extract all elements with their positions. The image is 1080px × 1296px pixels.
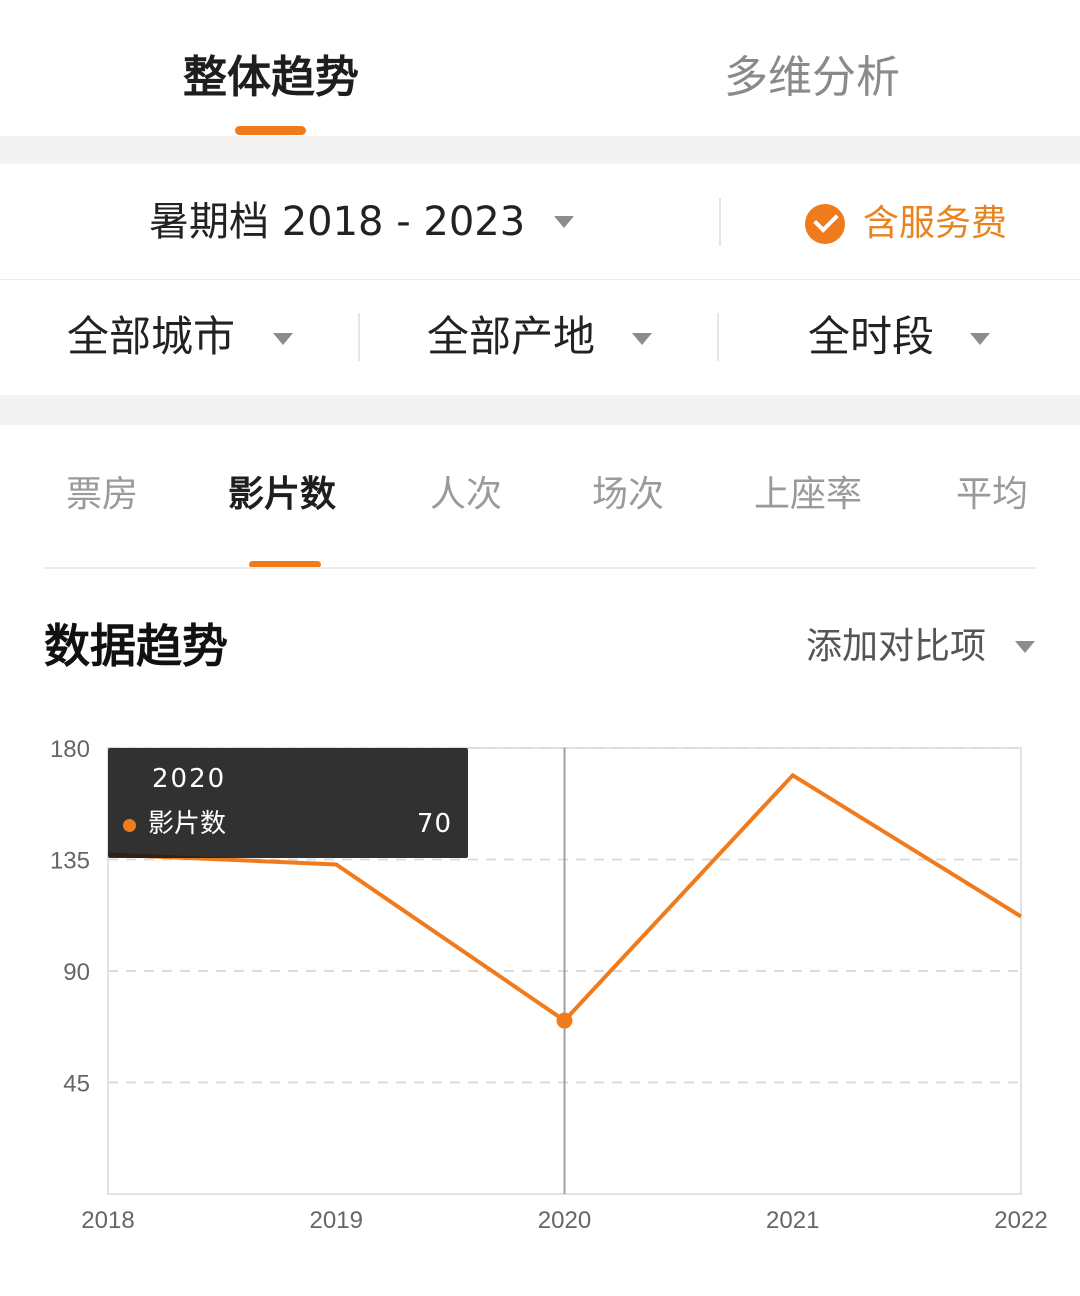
section-gap (0, 395, 1080, 425)
check-circle-icon[interactable] (805, 204, 845, 244)
chevron-down-icon[interactable] (1015, 641, 1035, 653)
divider (358, 313, 360, 361)
tab-admissions[interactable]: 人次 (430, 471, 502, 519)
section-title: 数据趋势 (44, 619, 228, 673)
divider (44, 567, 1036, 569)
x-tick-label: 2018 (81, 1207, 134, 1234)
chart-tooltip: 2020 影片数 70 (108, 748, 468, 858)
tab-average[interactable]: 平均 (956, 471, 1028, 519)
tab-multi-analysis[interactable]: 多维分析 (724, 50, 900, 106)
section-gap (0, 136, 1080, 164)
x-tick-label: 2019 (310, 1207, 363, 1234)
metric-tab-bar: 票房 影片数 人次 场次 上座率 平均 (0, 425, 1080, 570)
season-dropdown[interactable]: 暑期档 2018 - 2023 (149, 194, 525, 250)
y-tick-label: 135 (50, 848, 90, 875)
data-point (556, 1012, 573, 1029)
x-tick-label: 2021 (766, 1207, 819, 1234)
y-tick-label: 180 (50, 736, 90, 763)
divider (717, 313, 719, 361)
tab-occupancy[interactable]: 上座率 (754, 471, 862, 519)
tooltip-title: 2020 (152, 764, 227, 794)
tab-overflow-mask (1036, 455, 1080, 555)
top-tab-bar: 整体趋势 多维分析 (0, 0, 1080, 136)
origin-dropdown[interactable]: 全部产地 (427, 309, 595, 365)
city-dropdown[interactable]: 全部城市 (67, 309, 235, 365)
x-tick-label: 2022 (994, 1207, 1047, 1234)
tab-overall-trend[interactable]: 整体趋势 (183, 50, 359, 106)
time-slot-dropdown[interactable]: 全时段 (808, 309, 934, 365)
add-comparison-dropdown[interactable]: 添加对比项 (806, 622, 986, 672)
chevron-down-icon[interactable] (273, 333, 293, 345)
series-dot-icon (123, 819, 136, 832)
x-tick-label: 2020 (538, 1207, 591, 1234)
y-tick-label: 90 (63, 959, 90, 986)
tooltip-value: 70 (416, 809, 452, 839)
service-fee-label[interactable]: 含服务费 (863, 196, 1007, 252)
chevron-down-icon[interactable] (554, 216, 574, 228)
season-filter-row: 暑期档 2018 - 2023 含服务费 (0, 164, 1080, 280)
active-tab-indicator (235, 126, 306, 135)
filter-row: 全部城市 全部产地 全时段 (0, 281, 1080, 395)
tab-box-office[interactable]: 票房 (66, 471, 138, 519)
tab-screenings[interactable]: 场次 (592, 471, 664, 519)
tooltip-series-name: 影片数 (148, 809, 227, 839)
y-tick-label: 45 (63, 1071, 90, 1098)
chevron-down-icon[interactable] (632, 333, 652, 345)
chevron-down-icon[interactable] (970, 333, 990, 345)
divider (719, 198, 721, 246)
tab-film-count[interactable]: 影片数 (228, 471, 336, 519)
